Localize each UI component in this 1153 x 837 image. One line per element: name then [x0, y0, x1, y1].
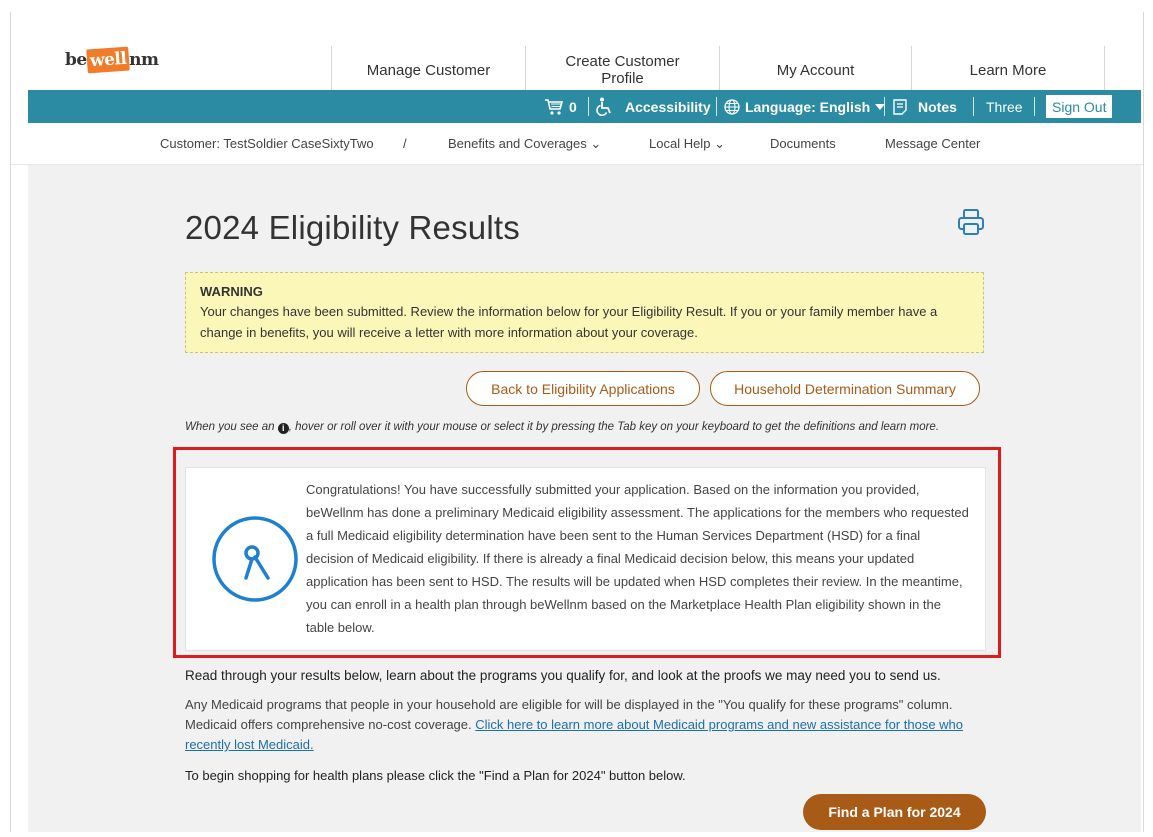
- back-to-eligibility-button[interactable]: Back to Eligibility Applications: [466, 371, 700, 406]
- subnav-label: Benefits and Coverages: [448, 136, 587, 151]
- chevron-down-icon: ⌄: [590, 136, 602, 151]
- cart-icon: [545, 98, 564, 115]
- utility-bar: 0 Accessibility Language: English Notes …: [28, 90, 1141, 123]
- separator: [1034, 97, 1035, 116]
- customer-subnav: Customer: TestSoldier CaseSixtyTwo / Ben…: [11, 123, 1143, 165]
- browser-frame: be well nm Manage Customer Create Customer…: [10, 12, 1144, 832]
- nav-label: Learn More: [969, 62, 1047, 79]
- language-selector[interactable]: Language: English: [724, 90, 886, 123]
- print-icon[interactable]: [957, 208, 985, 236]
- subnav-message-center[interactable]: Message Center: [885, 136, 980, 151]
- user-name-label: Three: [986, 98, 1023, 115]
- hint-pre: When you see an: [185, 421, 275, 433]
- main-content: 2024 Eligibility Results WARNING Your ch…: [28, 165, 1141, 832]
- customer-name: Customer: TestSoldier CaseSixtyTwo: [160, 136, 374, 151]
- congratulations-text: Congratulations! You have successfully s…: [306, 482, 969, 635]
- separator: [716, 97, 717, 116]
- top-navigation: be well nm Manage Customer Create Customer…: [11, 28, 1143, 90]
- medicaid-info: Any Medicaid programs that people in you…: [185, 695, 985, 755]
- nav-create-customer-profile[interactable]: Create Customer Profile: [525, 46, 719, 90]
- nav-label: Create Customer Profile: [565, 53, 680, 87]
- pending-clock-icon: [212, 516, 298, 602]
- household-determination-button[interactable]: Household Determination Summary: [710, 371, 980, 406]
- separator: [884, 97, 885, 116]
- nav-label: Manage Customer: [366, 62, 491, 79]
- subnav-documents[interactable]: Documents: [770, 136, 836, 151]
- notes-label: Notes: [918, 98, 957, 115]
- accessibility-button[interactable]: Accessibility: [596, 90, 711, 123]
- find-a-plan-button[interactable]: Find a Plan for 2024: [803, 794, 986, 830]
- globe-icon: [724, 98, 740, 115]
- cart-button[interactable]: 0: [544, 90, 577, 123]
- chevron-down-icon: ⌄: [714, 136, 725, 151]
- hint-text: When you see an i, hover or roll over it…: [185, 421, 939, 434]
- wheelchair-icon: [596, 97, 611, 116]
- nav-learn-more[interactable]: Learn More: [911, 46, 1105, 90]
- congratulations-card: Congratulations! You have successfully s…: [185, 467, 986, 651]
- warning-text: Your changes have been submitted. Review…: [200, 304, 938, 340]
- user-name[interactable]: Three: [986, 90, 1023, 123]
- bewellnm-logo[interactable]: be well nm: [65, 46, 159, 74]
- nav-label: My Account: [776, 62, 855, 79]
- subnav-label: Local Help: [649, 136, 711, 151]
- hint-post: , hover or roll over it with your mouse …: [288, 421, 940, 433]
- subnav-local-help[interactable]: Local Help ⌄: [649, 136, 725, 152]
- accessibility-label: Accessibility: [625, 98, 711, 115]
- page-title: 2024 Eligibility Results: [185, 209, 520, 246]
- info-icon: i: [277, 423, 289, 434]
- begin-shopping-text: To begin shopping for health plans pleas…: [185, 768, 686, 783]
- warning-title: WARNING: [200, 284, 263, 299]
- notes-button[interactable]: Notes: [893, 90, 957, 123]
- read-through-text: Read through your results below, learn a…: [185, 668, 941, 683]
- cart-count: 0: [569, 98, 577, 115]
- separator: [973, 97, 974, 116]
- sign-out-button[interactable]: Sign Out: [1046, 95, 1113, 118]
- nav-my-account[interactable]: My Account: [719, 46, 911, 90]
- subnav-benefits[interactable]: Benefits and Coverages ⌄: [448, 136, 601, 152]
- separator: [588, 97, 589, 116]
- warning-banner: WARNING Your changes have been submitted…: [185, 272, 984, 353]
- notes-icon: [893, 98, 907, 115]
- language-label: Language: English: [745, 98, 871, 115]
- nav-manage-customer[interactable]: Manage Customer: [331, 46, 525, 90]
- breadcrumb-divider: /: [403, 136, 407, 151]
